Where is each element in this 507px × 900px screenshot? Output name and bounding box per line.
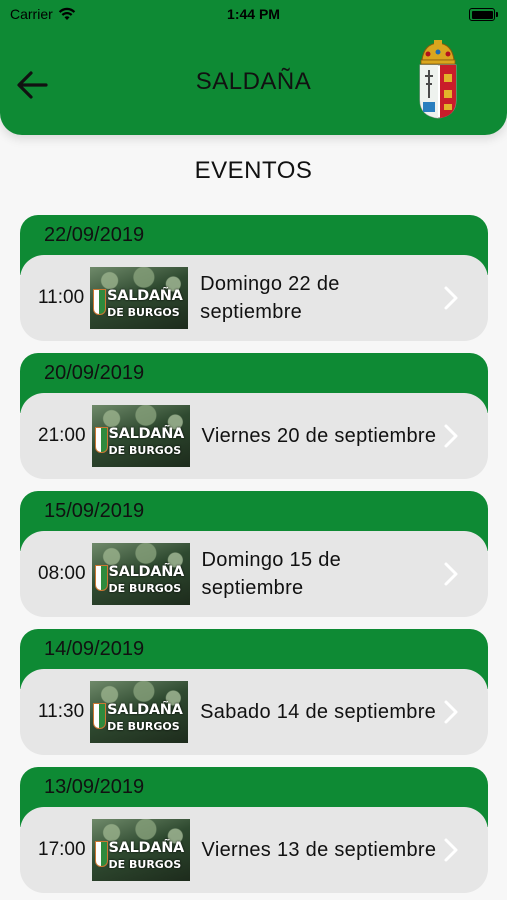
shield-icon (93, 703, 107, 729)
event-name: Sabado 14 de septiembre (200, 701, 437, 723)
thumbnail-title: SALDAÑA (108, 564, 185, 580)
thumbnail-subtitle: DE BURGOS (108, 444, 182, 457)
event-time: 21:00 (38, 425, 86, 446)
status-time: 1:44 PM (227, 6, 280, 22)
app-header: Carrier 1:44 PM SALDAÑA (0, 0, 507, 135)
event-thumbnail: SALDAÑA DE BURGOS (91, 819, 190, 881)
event-name: Domingo 22 de septiembre (200, 273, 340, 323)
event-time: 17:00 (38, 839, 86, 860)
event-body[interactable]: 17:00 SALDAÑA DE BURGOS Viernes 13 de se… (20, 807, 488, 893)
event-date: 13/09/2019 (44, 776, 145, 798)
event-thumbnail: SALDAÑA DE BURGOS (90, 267, 189, 329)
event-time: 11:00 (38, 287, 85, 308)
event-thumbnail: SALDAÑA DE BURGOS (91, 543, 190, 605)
event-name: Domingo 15 de septiembre (201, 549, 342, 599)
thumbnail-subtitle: DE BURGOS (107, 720, 180, 733)
chevron-right-icon[interactable] (440, 285, 462, 311)
status-bar: Carrier 1:44 PM (0, 0, 507, 30)
section-title: EVENTOS (194, 157, 313, 184)
event-card[interactable]: 15/09/2019 08:00 SALDAÑA DE BURGOS Domin… (20, 491, 488, 617)
event-time: 11:30 (38, 701, 85, 722)
thumbnail-title: SALDAÑA (107, 288, 183, 304)
event-name: Viernes 13 de septiembre (201, 839, 437, 861)
shield-icon (94, 565, 108, 591)
event-card[interactable]: 14/09/2019 11:30 SALDAÑA DE BURGOS Sabad… (20, 629, 488, 755)
event-date: 14/09/2019 (44, 638, 145, 660)
event-date: 22/09/2019 (44, 224, 145, 246)
event-card[interactable]: 20/09/2019 21:00 SALDAÑA DE BURGOS Viern… (20, 353, 488, 479)
event-body[interactable]: 11:30 SALDAÑA DE BURGOS Sabado 14 de sep… (20, 669, 488, 755)
coat-of-arms-icon (419, 40, 457, 119)
thumbnail-subtitle: DE BURGOS (107, 306, 180, 319)
thumbnail-title: SALDAÑA (108, 840, 185, 856)
event-thumbnail: SALDAÑA DE BURGOS (90, 681, 189, 743)
chevron-right-icon[interactable] (440, 837, 462, 863)
event-card[interactable]: 13/09/2019 17:00 SALDAÑA DE BURGOS Viern… (20, 767, 488, 893)
event-date: 20/09/2019 (44, 362, 145, 384)
event-date: 15/09/2019 (44, 500, 145, 522)
event-time: 08:00 (38, 563, 86, 584)
event-body[interactable]: 08:00 SALDAÑA DE BURGOS Domingo 15 de se… (20, 531, 488, 617)
event-card[interactable]: 22/09/2019 11:00 SALDAÑA DE BURGOS Domin… (20, 215, 488, 341)
battery-icon (469, 8, 498, 21)
shield-icon (94, 841, 108, 867)
chevron-right-icon[interactable] (440, 561, 462, 587)
event-list: 22/09/2019 11:00 SALDAÑA DE BURGOS Domin… (20, 215, 488, 900)
event-name: Viernes 20 de septiembre (201, 425, 437, 447)
chevron-right-icon[interactable] (440, 423, 462, 449)
thumbnail-title: SALDAÑA (108, 426, 185, 442)
thumbnail-title: SALDAÑA (107, 702, 183, 718)
event-body[interactable]: 11:00 SALDAÑA DE BURGOS Domingo 22 de se… (20, 255, 488, 341)
event-thumbnail: SALDAÑA DE BURGOS (91, 405, 190, 467)
shield-icon (94, 427, 108, 453)
thumbnail-subtitle: DE BURGOS (108, 858, 182, 871)
chevron-right-icon[interactable] (440, 699, 462, 725)
shield-icon (93, 289, 107, 315)
thumbnail-subtitle: DE BURGOS (108, 582, 182, 595)
event-body[interactable]: 21:00 SALDAÑA DE BURGOS Viernes 20 de se… (20, 393, 488, 479)
